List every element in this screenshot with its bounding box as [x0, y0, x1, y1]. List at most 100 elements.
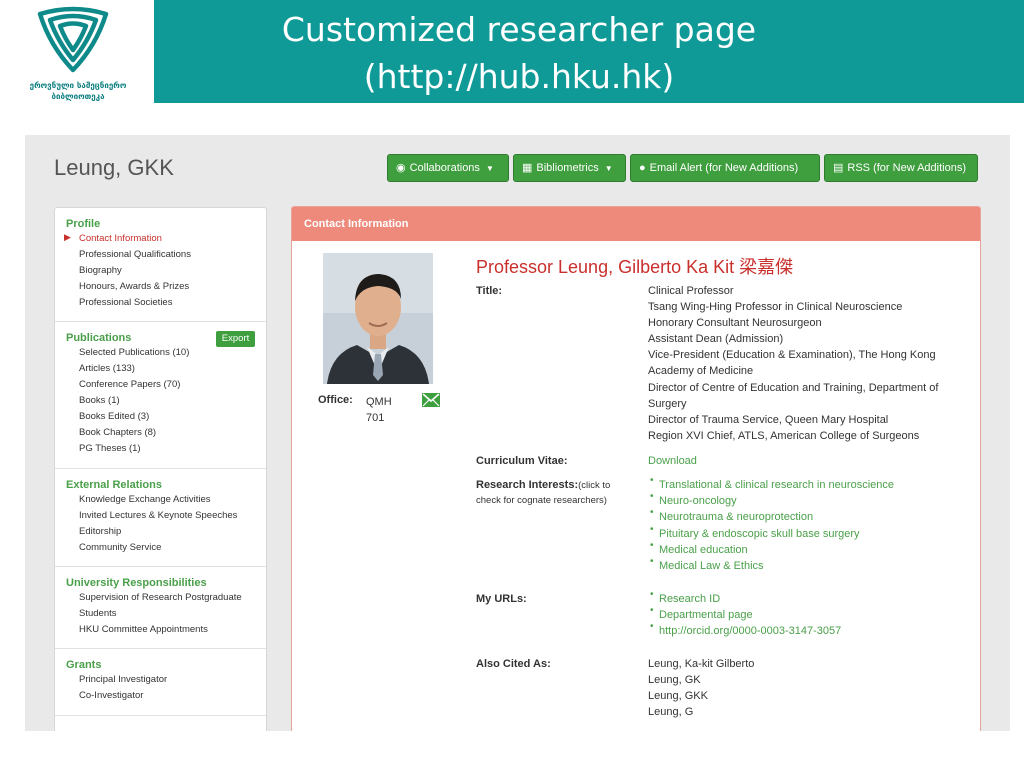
research-interest-link[interactable]: Pituitary & endoscopic skull base surger…	[659, 528, 860, 540]
title-label: Title:	[476, 285, 503, 297]
sidebar-heading-external-relations[interactable]: External Relations	[66, 479, 162, 491]
sidebar-item-books[interactable]: Books (1)	[79, 395, 120, 406]
slide-title-line-2: (http://hub.hku.hk)	[363, 57, 675, 96]
bibliometrics-button[interactable]: ▦ Bibliometrics ▼	[513, 154, 626, 182]
logo-caption-line-1: ეროვნული სამეცნიერო	[29, 81, 127, 90]
sidebar-heading-publications[interactable]: Publications	[66, 332, 131, 344]
library-logo-icon	[37, 6, 109, 73]
title-line: Director of Trauma Service, Queen Mary H…	[648, 414, 889, 426]
rss-label: RSS (for New Additions)	[847, 162, 967, 174]
sidebar-section-grants: Grants Principal Investigator Co-Investi…	[55, 649, 266, 716]
sidebar-heading-profile[interactable]: Profile	[66, 218, 100, 230]
sidebar-item-books-edited[interactable]: Books Edited (3)	[79, 411, 149, 422]
title-line: Honorary Consultant Neurosurgeon	[648, 317, 822, 329]
cited-name: Leung, G	[648, 706, 694, 718]
sidebar-item-book-chapters[interactable]: Book Chapters (8)	[79, 427, 156, 438]
title-line: Assistant Dean (Admission)	[648, 333, 784, 345]
research-interest-link[interactable]: Medical education	[659, 544, 748, 556]
export-button[interactable]: Export	[216, 331, 255, 347]
url-link-departmental-page[interactable]: Departmental page	[659, 609, 753, 621]
research-interest-link[interactable]: Neuro-oncology	[659, 495, 737, 507]
panel-header: Contact Information	[292, 207, 980, 241]
researcher-name: Leung, GKK	[54, 155, 174, 180]
sidebar-item-community-service[interactable]: Community Service	[79, 542, 161, 553]
professor-name-chinese: 梁嘉傑	[739, 257, 794, 278]
my-urls-label: My URLs:	[476, 593, 527, 605]
email-alert-button[interactable]: ● Email Alert (for New Additions)	[630, 154, 820, 182]
portrait-image	[323, 253, 433, 384]
sidebar-heading-university-responsibilities[interactable]: University Responsibilities	[66, 577, 207, 589]
professor-name-english: Professor Leung, Gilberto Ka Kit	[476, 257, 735, 277]
url-link-research-id[interactable]: Research ID	[659, 593, 720, 605]
sidebar-item-selected-publications[interactable]: Selected Publications (10)	[79, 347, 189, 358]
sidebar-item-biography[interactable]: Biography	[79, 265, 122, 276]
bullet-icon: •	[650, 507, 654, 518]
slide-title: Customized researcher page (http://hub.h…	[154, 6, 884, 100]
sidebar-item-articles[interactable]: Articles (133)	[79, 363, 135, 374]
sidebar-item-professional-qualifications[interactable]: Professional Qualifications	[79, 249, 191, 260]
rss-icon: ▤	[833, 162, 844, 174]
bullet-icon: •	[650, 589, 654, 600]
bar-chart-icon: ▦	[522, 162, 533, 174]
cited-name: Leung, GK	[648, 674, 701, 686]
cv-download-link[interactable]: Download	[648, 455, 697, 467]
title-line: Director of Centre of Education and Trai…	[648, 382, 939, 394]
sidebar-item-pg-theses[interactable]: PG Theses (1)	[79, 443, 141, 454]
library-logo: ეროვნული სამეცნიერო ბიბლიოთეკა	[0, 0, 154, 103]
sidebar-section-publications: Publications Export Selected Publication…	[55, 322, 266, 469]
professor-name: Professor Leung, Gilberto Ka Kit 梁嘉傑	[476, 253, 793, 279]
slide-header: ეროვნული სამეცნიერო ბიბლიოთეკა Customize…	[0, 0, 1024, 103]
title-line: Region XVI Chief, ATLS, American College…	[648, 430, 920, 442]
office-value: QMH 701	[366, 394, 406, 426]
sidebar-item-contact-information[interactable]: Contact Information	[79, 233, 162, 244]
sidebar-item-professional-societies[interactable]: Professional Societies	[79, 297, 172, 308]
envelope-icon[interactable]	[422, 393, 440, 407]
sidebar-item-knowledge-exchange[interactable]: Knowledge Exchange Activities	[79, 494, 211, 505]
url-link-orcid[interactable]: http://orcid.org/0000-0003-3147-3057	[659, 625, 841, 637]
sidebar-item-principal-investigator[interactable]: Principal Investigator	[79, 674, 167, 685]
research-interest-link[interactable]: Neurotrauma & neuroprotection	[659, 511, 813, 523]
collaborations-button[interactable]: ◉ Collaborations ▼	[387, 154, 509, 182]
sidebar-item-conference-papers[interactable]: Conference Papers (70)	[79, 379, 180, 390]
chevron-down-icon: ▼	[485, 164, 494, 173]
research-interest-link[interactable]: Medical Law & Ethics	[659, 560, 764, 572]
cited-name: Leung, Ka-kit Gilberto	[648, 658, 755, 670]
logo-caption: ეროვნული სამეცნიერო ბიბლიოთეკა	[8, 80, 148, 102]
chevron-down-icon: ▼	[604, 164, 613, 173]
sidebar-item-editorship[interactable]: Editorship	[79, 526, 121, 537]
sidebar-item-hku-committee[interactable]: HKU Committee Appointments	[79, 624, 208, 635]
rss-button[interactable]: ▤ RSS (for New Additions)	[824, 154, 978, 182]
sidebar-item-supervision-students[interactable]: Students	[79, 608, 117, 619]
sidebar-item-invited-lectures[interactable]: Invited Lectures & Keynote Speeches	[79, 510, 237, 521]
sidebar-item-co-investigator[interactable]: Co-Investigator	[79, 690, 143, 701]
email-alert-label: Email Alert (for New Additions)	[649, 162, 799, 174]
research-interests-label-text: Research Interests:	[476, 479, 579, 491]
profile-photo	[323, 253, 433, 384]
also-cited-label: Also Cited As:	[476, 658, 551, 670]
cited-name: Leung, GKK	[648, 690, 708, 702]
sidebar-item-honours[interactable]: Honours, Awards & Prizes	[79, 281, 189, 292]
active-arrow-icon: ▶	[64, 232, 71, 242]
researcher-page-screenshot: Leung, GKK ◉ Collaborations ▼ ▦ Bibliometri…	[25, 135, 1010, 731]
slide-title-line-1: Customized researcher page	[281, 10, 757, 49]
title-line: Academy of Medicine	[648, 365, 754, 377]
bullet-icon: •	[650, 605, 654, 616]
sidebar-heading-grants[interactable]: Grants	[66, 659, 101, 671]
office-room: 701	[366, 412, 385, 424]
bullet-icon: •	[650, 475, 654, 486]
title-line: Tsang Wing-Hing Professor in Clinical Ne…	[648, 301, 903, 313]
logo-caption-line-2: ბიბლიოთეკა	[51, 92, 105, 101]
office-label: Office:	[318, 394, 353, 406]
sidebar-item-supervision[interactable]: Supervision of Research Postgraduate	[79, 592, 242, 603]
sidebar-section-profile: Profile ▶ Contact Information Profession…	[55, 208, 266, 322]
sidebar-section-university-responsibilities: University Responsibilities Supervision …	[55, 567, 266, 649]
title-line: Clinical Professor	[648, 285, 734, 297]
bullet-icon: •	[650, 524, 654, 535]
bullet-icon: •	[650, 556, 654, 567]
bullet-icon: •	[650, 540, 654, 551]
sidebar-nav: Profile ▶ Contact Information Profession…	[54, 207, 267, 731]
panel-title: Contact Information	[304, 218, 409, 230]
research-interest-link[interactable]: Translational & clinical research in neu…	[659, 479, 894, 491]
bullet-icon: •	[650, 491, 654, 502]
cv-label: Curriculum Vitae:	[476, 455, 568, 467]
